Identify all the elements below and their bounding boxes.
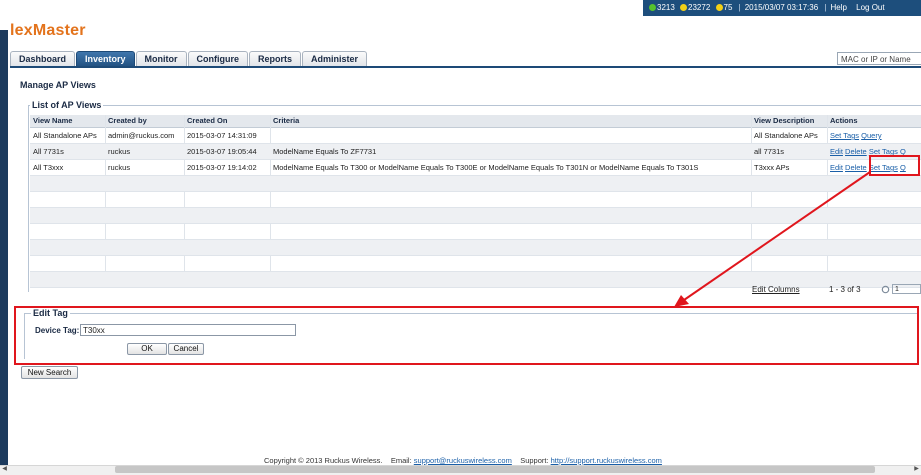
scrollbar-thumb[interactable] [115, 466, 875, 473]
scroll-left-icon[interactable]: ◀ [0, 465, 9, 474]
email-label: Email: [390, 456, 412, 465]
support-label: Support: [520, 456, 549, 465]
footer: Copyright © 2013 Ruckus Wireless. Email:… [264, 456, 662, 465]
email-link[interactable]: support@ruckuswireless.com [414, 456, 512, 465]
copyright: Copyright © 2013 Ruckus Wireless. [264, 456, 383, 465]
scroll-right-icon[interactable]: ▶ [912, 465, 921, 474]
annotation-arrow [674, 171, 871, 307]
support-link[interactable]: http://support.ruckuswireless.com [551, 456, 662, 465]
